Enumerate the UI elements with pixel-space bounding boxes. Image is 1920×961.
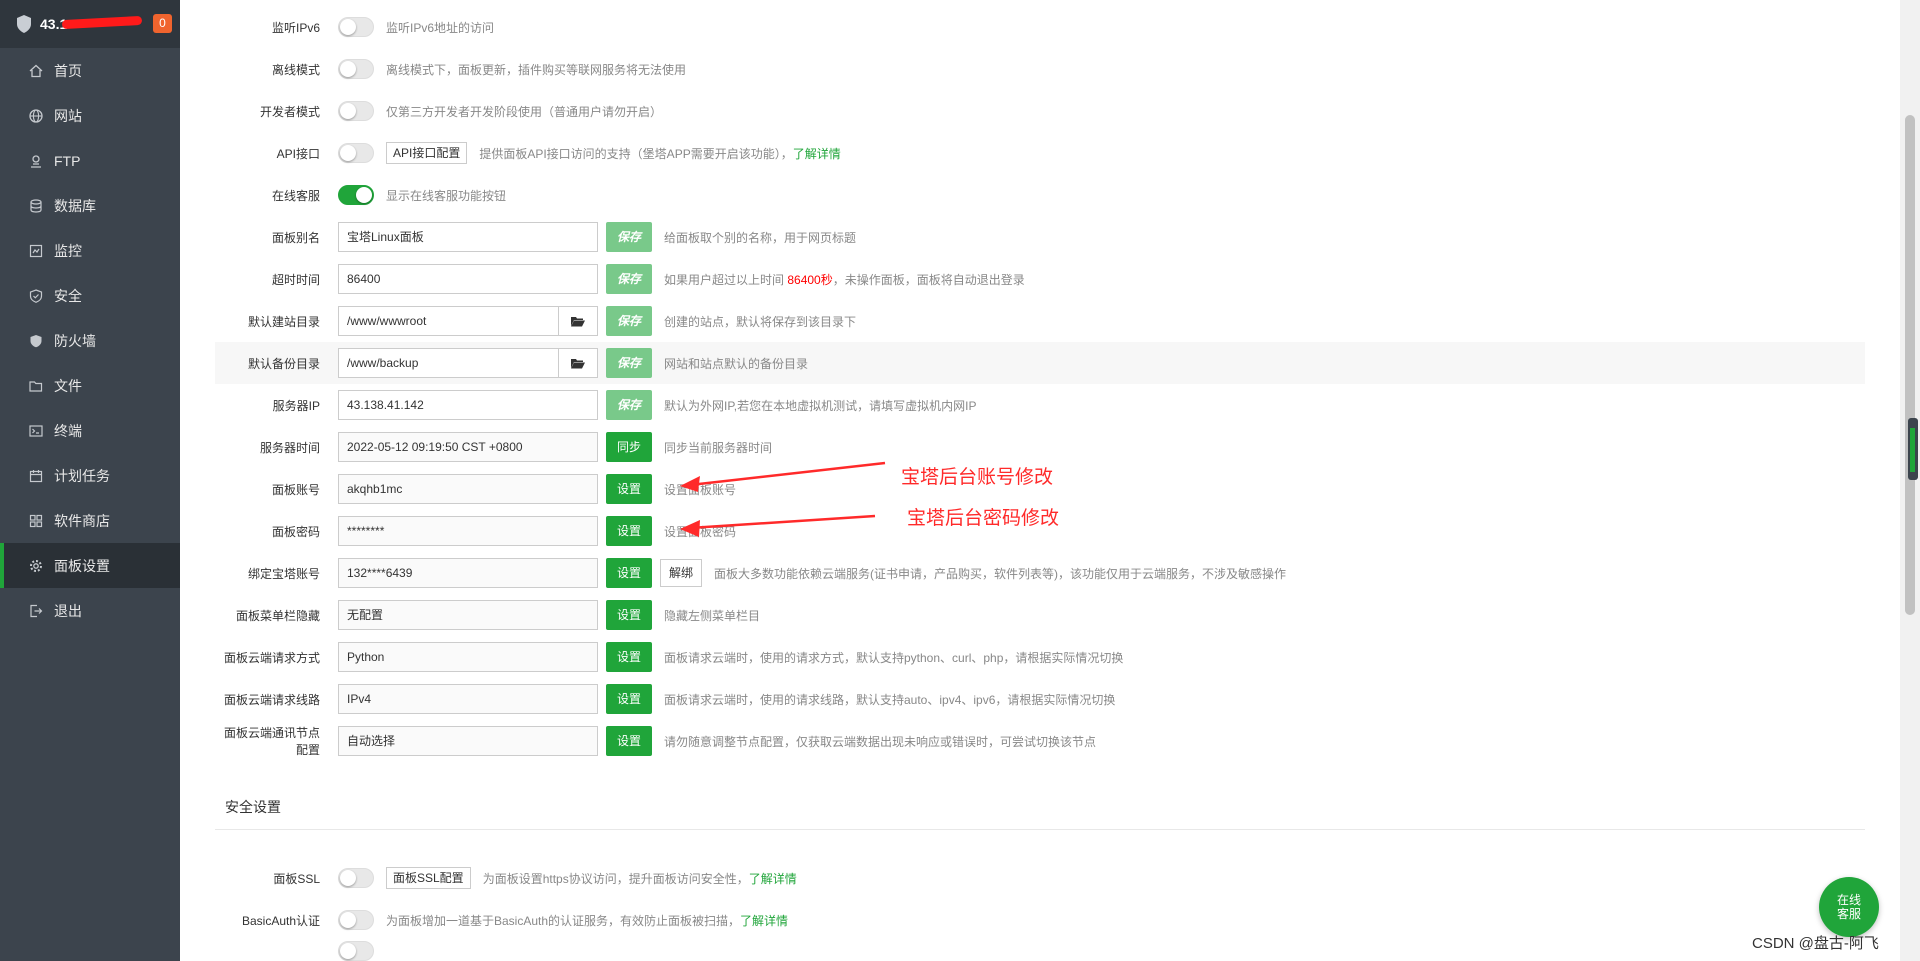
chat-label-line2: 客服 — [1836, 907, 1861, 921]
account-arrow-line — [689, 461, 886, 487]
scroll-indicator — [1908, 418, 1918, 480]
scrollbar-thumb[interactable] — [1905, 115, 1915, 615]
online-service-button[interactable]: 在线 客服 — [1819, 877, 1879, 937]
password-annotation: 宝塔后台密码修改 — [907, 508, 1060, 529]
password-arrow-head — [680, 520, 700, 537]
chat-label-line1: 在线 — [1836, 893, 1861, 907]
account-annotation: 宝塔后台账号修改 — [901, 467, 1054, 488]
account-arrow-head — [680, 476, 700, 492]
page-scrollbar[interactable] — [1900, 0, 1920, 961]
password-arrow-line — [689, 514, 876, 530]
watermark: CSDN @盘古-阿飞 — [1752, 935, 1879, 952]
